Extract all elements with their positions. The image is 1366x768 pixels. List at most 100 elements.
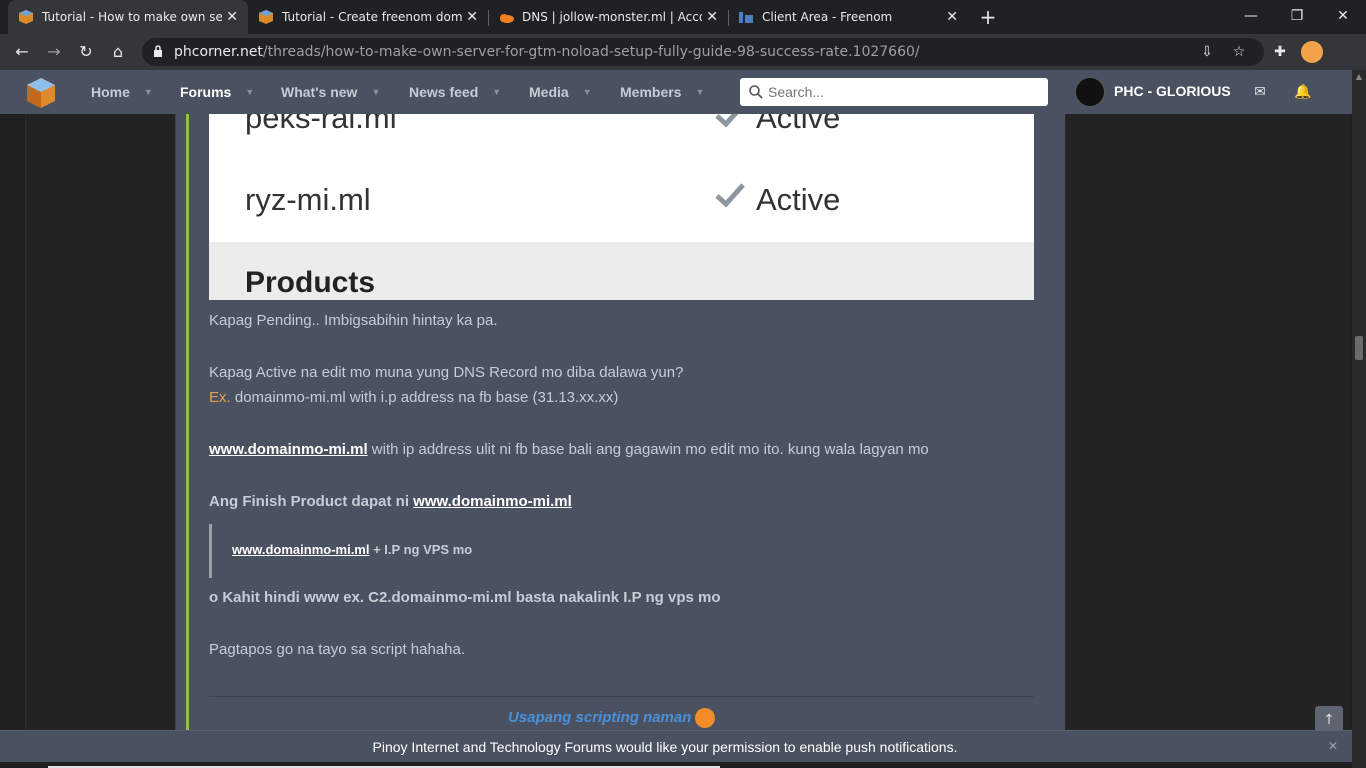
post-line-active: Kapag Active na edit mo muna yung DNS Re…: [209, 364, 684, 381]
nav-members[interactable]: Members ▼: [620, 70, 704, 114]
right-column: [1065, 114, 1350, 768]
freenom-favicon-icon: [739, 12, 753, 23]
chevron-down-icon[interactable]: ▼: [371, 87, 380, 97]
notification-text[interactable]: Pinoy Internet and Technology Forums wou…: [0, 739, 1330, 755]
browser-tab-1[interactable]: Tutorial - How to make own serv ✕: [8, 0, 248, 34]
chevron-down-icon[interactable]: ▼: [583, 87, 592, 97]
lock-icon: [154, 45, 162, 57]
post-line-or: o Kahit hindi www ex. C2.domainmo-mi.ml …: [209, 589, 721, 606]
search-box: [740, 78, 1048, 106]
post-line-pending: Kapag Pending.. Imbigsabihin hintay ka p…: [209, 312, 498, 329]
alerts-bell-icon[interactable]: 🔔: [1294, 83, 1312, 101]
bookmark-star-icon[interactable]: ☆: [1230, 43, 1248, 61]
close-tab-icon[interactable]: ✕: [706, 9, 718, 25]
url-text: phcorner.net/threads/how-to-make-own-ser…: [174, 44, 920, 60]
quote-suffix: + I.P ng VPS mo: [369, 542, 473, 557]
chevron-down-icon[interactable]: ▼: [695, 87, 704, 97]
install-app-icon[interactable]: ⇩: [1198, 43, 1216, 61]
nav-label: Forums: [180, 84, 232, 100]
search-input[interactable]: [768, 82, 1038, 102]
phcorner-logo[interactable]: [24, 76, 58, 110]
window-close-icon[interactable]: ✕: [1320, 0, 1366, 34]
domain-link[interactable]: www.domainmo-mi.ml: [209, 441, 368, 458]
scrollbar-thumb[interactable]: [1355, 336, 1363, 360]
nav-whats-new[interactable]: What's new ▼: [281, 70, 380, 114]
post-accent-bar: [186, 114, 189, 768]
extensions-icon[interactable]: ✚: [1270, 42, 1290, 62]
ex-label: Ex.: [209, 389, 231, 406]
user-avatar[interactable]: [1075, 77, 1105, 107]
home-icon[interactable]: ⌂: [106, 40, 130, 64]
close-icon[interactable]: ✕: [1328, 739, 1338, 753]
tab-title: Client Area - Freenom: [762, 10, 893, 24]
forward-icon[interactable]: →: [42, 40, 66, 64]
reload-icon[interactable]: ↻: [74, 40, 98, 64]
url-path: /threads/how-to-make-own-server-for-gtm-…: [262, 44, 920, 60]
push-notification-bar: Pinoy Internet and Technology Forums wou…: [0, 730, 1352, 762]
cloudflare-favicon-icon: [500, 14, 514, 23]
search-icon: [749, 85, 763, 99]
inbox-icon[interactable]: ✉: [1251, 83, 1269, 101]
nav-media[interactable]: Media ▼: [529, 70, 592, 114]
post-line-www: www.domainmo-mi.ml with ip address ulit …: [209, 441, 929, 458]
phcorner-favicon-icon: [19, 10, 33, 24]
signature-divider: [209, 696, 1034, 697]
minimize-icon[interactable]: —: [1228, 0, 1274, 34]
browser-tab-2[interactable]: Tutorial - Create freenom domain ✕: [248, 0, 488, 34]
browser-tabstrip: Tutorial - How to make own serv ✕ Tutori…: [0, 0, 1366, 34]
profile-avatar[interactable]: [1301, 41, 1323, 63]
ex-text: domainmo-mi.ml with i.p address na fb ba…: [230, 389, 619, 406]
back-icon[interactable]: ←: [10, 40, 34, 64]
finish-text: Ang Finish Product dapat ni: [209, 493, 414, 510]
nav-news-feed[interactable]: News feed ▼: [409, 70, 501, 114]
chevron-down-icon[interactable]: ▼: [492, 87, 501, 97]
tab-title: Tutorial - Create freenom domain: [282, 10, 462, 24]
post-line-end: Pagtapos go na tayo sa script hahaha.: [209, 641, 466, 658]
site-navbar: Home ▼ Forums ▼ What's new ▼ News feed ▼ Med…: [0, 70, 1352, 114]
close-tab-icon[interactable]: ✕: [946, 9, 958, 25]
page-body: peks-rai.ml Active ryz-mi.ml Active Prod…: [0, 114, 1352, 768]
close-tab-icon[interactable]: ✕: [226, 9, 238, 25]
tab-title: DNS | jollow-monster.ml | Accou: [522, 10, 702, 24]
scroll-up-icon[interactable]: ▲: [1352, 70, 1366, 84]
username-link[interactable]: PHC - GLORIOUS: [1114, 83, 1231, 99]
quote-text: www.domainmo-mi.ml + I.P ng VPS mo: [232, 542, 472, 557]
nav-label: Home: [91, 84, 130, 100]
domain-row-label: ryz-mi.ml: [245, 182, 371, 217]
signature-text: Usapang scripting naman: [508, 708, 692, 726]
new-tab-button[interactable]: +: [976, 5, 1000, 29]
finish-domain-link[interactable]: www.domainmo-mi.ml: [413, 493, 572, 510]
nav-forums[interactable]: Forums ▼: [180, 70, 254, 114]
quote-domain-link[interactable]: www.domainmo-mi.ml: [232, 542, 369, 557]
nav-label: Media: [529, 84, 569, 100]
browser-toolbar: ← → ↻ ⌂ phcorner.net/threads/how-to-make…: [0, 34, 1366, 70]
post-line-finish: Ang Finish Product dapat ni www.domainmo…: [209, 493, 572, 510]
address-bar[interactable]: phcorner.net/threads/how-to-make-own-ser…: [142, 38, 1264, 66]
nav-label: Members: [620, 84, 682, 100]
checkmark-icon: [715, 183, 745, 208]
products-title: Products: [245, 266, 376, 299]
signature: Usapang scripting naman: [508, 708, 716, 728]
post-line-ex: Ex. domainmo-mi.ml with i.p address na f…: [209, 389, 618, 406]
bottom-strip: [0, 762, 1352, 768]
maximize-icon[interactable]: ❐: [1274, 0, 1320, 34]
browser-tab-4[interactable]: Client Area - Freenom ✕: [728, 0, 968, 34]
tab-title: Tutorial - How to make own serv: [42, 10, 222, 24]
url-host: phcorner.net: [174, 44, 263, 60]
domain-row-label: peks-rai.ml: [245, 114, 397, 135]
domain-status-label: Active: [756, 114, 841, 135]
nav-label: What's new: [281, 84, 358, 100]
chevron-down-icon[interactable]: ▼: [144, 87, 153, 97]
browser-tab-3[interactable]: DNS | jollow-monster.ml | Accou ✕: [488, 0, 728, 34]
blockquote: www.domainmo-mi.ml + I.P ng VPS mo: [209, 524, 1034, 578]
nav-home[interactable]: Home ▼: [91, 70, 153, 114]
products-band: Products: [209, 242, 1034, 300]
phcorner-favicon-icon: [259, 10, 273, 24]
embedded-screenshot: peks-rai.ml Active ryz-mi.ml Active Prod…: [209, 114, 1034, 300]
close-tab-icon[interactable]: ✕: [466, 9, 478, 25]
page-scrollbar[interactable]: ▲: [1352, 70, 1366, 768]
domain-status-label: Active: [756, 182, 841, 217]
www-text: with ip address ulit ni fb base bali ang…: [367, 441, 929, 458]
chevron-down-icon[interactable]: ▼: [245, 87, 254, 97]
emoji-icon: [695, 708, 716, 728]
